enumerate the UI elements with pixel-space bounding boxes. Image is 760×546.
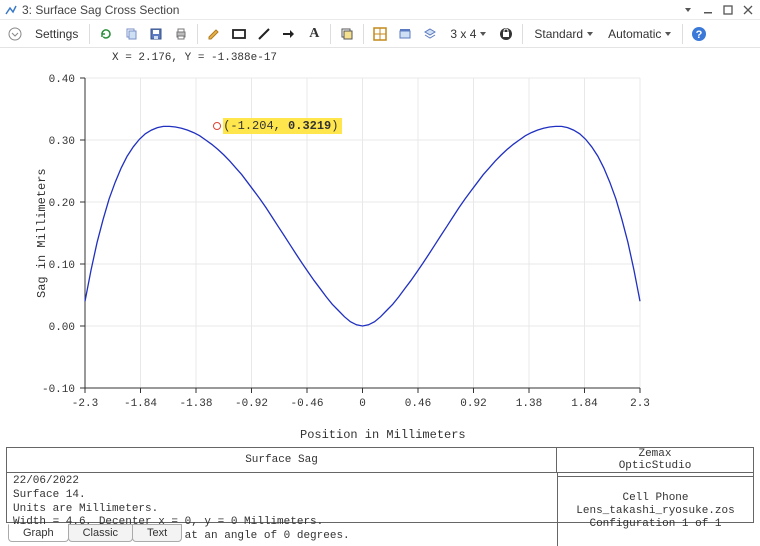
svg-text:0.92: 0.92: [460, 398, 486, 410]
annotation-label: (-1.204, 0.3219): [223, 118, 342, 134]
tab-text[interactable]: Text: [132, 524, 182, 542]
pencil-icon[interactable]: [203, 23, 225, 45]
toolbar: Settings A 3 x 4 Standard Automatic ?: [0, 20, 760, 48]
lock-config-icon[interactable]: [495, 23, 517, 45]
minimize-icon[interactable]: [700, 2, 716, 18]
svg-text:1.84: 1.84: [571, 398, 598, 410]
svg-text:1.38: 1.38: [516, 398, 542, 410]
window-split-icon[interactable]: [369, 23, 391, 45]
plot-canvas: -2.3 -1.84 -1.38 -0.92 -0.46 0 0.46 0.92 1.38 1.8…: [0, 48, 760, 446]
svg-text:0.46: 0.46: [405, 398, 431, 410]
info-brand: Zemax OpticStudio: [557, 448, 753, 473]
chevron-down-icon: [480, 32, 486, 36]
separator: [682, 24, 683, 44]
svg-text:-2.3: -2.3: [72, 398, 98, 410]
line-tool-icon[interactable]: [253, 23, 275, 45]
maximize-icon[interactable]: [720, 2, 736, 18]
dropdown-window-icon[interactable]: [680, 2, 696, 18]
grid-size-dropdown[interactable]: 3 x 4: [444, 23, 492, 45]
mode-automatic-dropdown[interactable]: Automatic: [602, 23, 677, 45]
grid-size-label: 3 x 4: [450, 27, 476, 41]
separator: [330, 24, 331, 44]
text-tool-icon[interactable]: A: [303, 23, 325, 45]
separator: [197, 24, 198, 44]
annotation-value: 0.3219: [288, 119, 331, 133]
info-panel: Surface Sag Zemax OpticStudio 22/06/2022…: [6, 447, 754, 523]
separator: [89, 24, 90, 44]
svg-text:0.30: 0.30: [49, 136, 75, 148]
annotation-prefix: (-1.204,: [223, 119, 288, 133]
svg-text:0.40: 0.40: [49, 74, 75, 86]
info-config-line: Configuration 1 of 1: [589, 518, 721, 531]
mode-standard-label: Standard: [534, 27, 583, 41]
layout-icon[interactable]: [394, 23, 416, 45]
close-icon[interactable]: [740, 2, 756, 18]
chevron-down-icon: [587, 32, 593, 36]
svg-text:0.00: 0.00: [49, 322, 75, 334]
svg-text:-0.46: -0.46: [290, 398, 323, 410]
copy-icon[interactable]: [120, 23, 142, 45]
chevron-down-icon: [665, 32, 671, 36]
tab-classic[interactable]: Classic: [68, 524, 133, 542]
mode-standard-dropdown[interactable]: Standard: [528, 23, 599, 45]
refresh-icon[interactable]: [95, 23, 117, 45]
svg-text:-1.38: -1.38: [179, 398, 212, 410]
svg-text:-0.10: -0.10: [42, 384, 75, 396]
stack-icon[interactable]: [419, 23, 441, 45]
layers-icon[interactable]: [336, 23, 358, 45]
info-file: Cell Phone Lens_takashi_ryosuke.zos: [560, 492, 751, 518]
x-axis-label: Position in Millimeters: [300, 428, 466, 442]
separator: [363, 24, 364, 44]
brand-line-1: Zemax: [638, 448, 671, 460]
title-bar: 3: Surface Sag Cross Section: [0, 0, 760, 20]
rectangle-tool-icon[interactable]: [228, 23, 250, 45]
window-icon: [4, 3, 18, 17]
tab-graph[interactable]: Graph: [8, 524, 69, 542]
help-icon[interactable]: ?: [688, 23, 710, 45]
annotation-suffix: ): [331, 119, 338, 133]
info-config: Cell Phone Lens_takashi_ryosuke.zos Conf…: [557, 477, 753, 546]
svg-text:0.20: 0.20: [49, 198, 75, 210]
window-title: 3: Surface Sag Cross Section: [22, 3, 676, 17]
info-title: Surface Sag: [7, 448, 557, 473]
expand-settings-icon[interactable]: [4, 23, 26, 45]
svg-text:?: ?: [696, 29, 703, 41]
settings-button[interactable]: Settings: [29, 23, 84, 45]
svg-text:-0.92: -0.92: [235, 398, 268, 410]
mode-automatic-label: Automatic: [608, 27, 661, 41]
svg-text:0: 0: [359, 398, 366, 410]
svg-text:2.3: 2.3: [630, 398, 650, 410]
arrow-tool-icon[interactable]: [278, 23, 300, 45]
chart-area[interactable]: X = 2.176, Y = -1.388e-17 -2.3-1.84-1.38…: [0, 48, 760, 446]
bottom-tabs: Graph Classic Text: [8, 524, 181, 542]
y-axis-label: Sag in Millimeters: [35, 168, 49, 298]
brand-line-2: OpticStudio: [619, 460, 692, 472]
print-icon[interactable]: [170, 23, 192, 45]
annotation-marker: [213, 122, 221, 130]
separator: [522, 24, 523, 44]
svg-text:0.10: 0.10: [49, 260, 75, 272]
save-icon[interactable]: [145, 23, 167, 45]
svg-text:-1.84: -1.84: [124, 398, 157, 410]
